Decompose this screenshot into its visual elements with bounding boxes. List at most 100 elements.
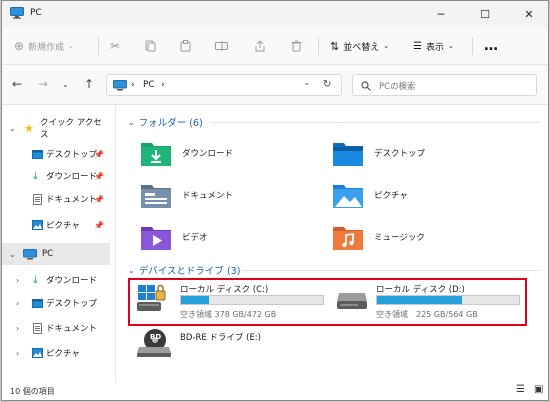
pc-app-icon: [10, 7, 24, 19]
sidebar-item-label: ピクチャ: [46, 221, 80, 231]
folder-tile-downloads[interactable]: ダウンロード: [140, 137, 233, 169]
pictures-folder-icon: [333, 185, 363, 208]
window-title: PC: [30, 8, 42, 18]
folder-tile-videos[interactable]: ビデオ: [140, 221, 208, 253]
view-button[interactable]: ☰ 表示 ⌄: [413, 35, 454, 57]
videos-folder-icon: [141, 227, 171, 250]
star-icon: ★: [24, 121, 34, 135]
refresh-icon[interactable]: ↻: [323, 79, 331, 90]
more-options-button[interactable]: …: [484, 35, 498, 57]
sidebar-item-label: ドキュメント: [46, 195, 98, 205]
recent-chevron-icon[interactable]: ⌄: [62, 80, 69, 89]
sidebar-item-pc-downloads[interactable]: › ⤓ ダウンロード: [2, 269, 110, 291]
desktop-icon: [32, 149, 43, 159]
chevron-down-icon: ⌄: [9, 123, 16, 133]
sidebar-item-documents[interactable]: ドキュメント 📌: [2, 188, 110, 210]
sidebar-item-pc-pictures[interactable]: › ピクチャ: [2, 342, 110, 364]
chevron-down-icon: ⌄: [9, 249, 16, 259]
sidebar-item-downloads[interactable]: ⤓ ダウンロード 📌: [2, 165, 110, 187]
folder-tile-music[interactable]: ミュージック: [332, 221, 425, 253]
pane-divider[interactable]: [115, 105, 116, 383]
sidebar-item-pc[interactable]: ⌄ PC: [2, 243, 110, 265]
pc-icon: [113, 80, 127, 91]
command-bar: ⊕ 新規作成 ⌄ ✂ ⇅ 並べ替え ⌄ ☰ 表示 ⌄ …: [2, 27, 548, 65]
sidebar-item-label: ドキュメント: [46, 324, 98, 334]
up-arrow-icon[interactable]: ↑: [84, 77, 94, 91]
folder-tile-desktop[interactable]: デスクトップ: [332, 137, 425, 169]
sidebar-item-label: ダウンロード: [46, 276, 98, 286]
rename-button[interactable]: [215, 35, 228, 57]
explorer-window: PC ─ ☐ ✕ ⊕ 新規作成 ⌄ ✂ ⇅ 並べ替え ⌄ ☰ 表示 ⌄ … ← …: [1, 0, 549, 401]
tiles-view-icon[interactable]: ▣: [534, 384, 543, 395]
item-count: 10 個の項目: [10, 387, 55, 396]
sidebar-item-quick-access[interactable]: ⌄ ★ クイック アクセス: [2, 117, 110, 140]
view-label: 表示: [425, 42, 444, 53]
pin-icon: 📌: [94, 194, 104, 204]
forward-arrow-icon[interactable]: →: [38, 77, 48, 91]
minimize-icon: ─: [437, 7, 445, 21]
address-separator: ›: [131, 80, 135, 90]
sort-icon: ⇅: [330, 39, 340, 53]
sort-button[interactable]: ⇅ 並べ替え ⌄: [330, 35, 389, 57]
disc-label: BD: [150, 333, 162, 341]
copy-icon: [145, 40, 156, 52]
maximize-icon: ☐: [480, 7, 490, 21]
pin-icon: 📌: [94, 220, 104, 230]
chevron-down-icon: ⌄: [68, 42, 74, 50]
new-button[interactable]: ⊕ 新規作成 ⌄: [14, 35, 74, 57]
sidebar-item-label: ダウンロード: [46, 172, 98, 182]
group-divider: [242, 270, 540, 271]
chevron-right-icon: ›: [16, 348, 20, 358]
delete-button[interactable]: [291, 35, 302, 57]
sidebar-item-label: PC: [42, 249, 54, 259]
share-button[interactable]: [254, 35, 266, 57]
new-label: 新規作成: [28, 42, 65, 53]
scissors-icon: ✂: [110, 39, 121, 53]
pin-icon: 📌: [94, 171, 104, 181]
minimize-button[interactable]: ─: [424, 1, 458, 27]
drives-group-header[interactable]: ⌄ デバイスとドライブ (3): [128, 263, 240, 278]
paste-button[interactable]: [180, 35, 191, 57]
maximize-button[interactable]: ☐: [468, 1, 502, 27]
sidebar-item-pc-documents[interactable]: › ドキュメント: [2, 317, 110, 339]
close-icon: ✕: [524, 7, 534, 21]
address-segment-pc[interactable]: PC: [143, 80, 155, 90]
drive-name: BD-RE ドライブ (E:): [180, 333, 261, 343]
close-button[interactable]: ✕: [512, 1, 546, 27]
search-box[interactable]: PCの検索: [352, 74, 537, 96]
folders-group-header[interactable]: ⌄ フォルダー (6): [128, 115, 203, 130]
copy-button[interactable]: [145, 35, 156, 57]
rename-icon: [215, 41, 228, 51]
paste-icon: [180, 40, 191, 52]
cut-button[interactable]: ✂: [110, 35, 120, 57]
pictures-icon: [32, 348, 43, 358]
folder-tile-documents[interactable]: ドキュメント: [140, 179, 233, 211]
chevron-right-icon: ›: [16, 298, 20, 308]
share-icon: [255, 40, 265, 52]
folder-tile-pictures[interactable]: ピクチャ: [332, 179, 408, 211]
address-dropdown-icon[interactable]: ⌄: [303, 78, 311, 88]
pictures-icon: [32, 220, 43, 230]
back-arrow-icon[interactable]: ←: [12, 77, 22, 91]
folder-label: ピクチャ: [374, 191, 408, 201]
drive-tile-e[interactable]: BD BD-RE ドライブ (E:): [136, 327, 326, 361]
sidebar-item-label: クイック アクセス: [40, 118, 102, 140]
pin-icon: 📌: [94, 149, 104, 159]
details-view-icon[interactable]: ☰: [516, 384, 525, 395]
address-bar[interactable]: › PC › ⌄ ↻: [106, 74, 342, 96]
sidebar-item-pc-desktop[interactable]: › デスクトップ: [2, 292, 110, 314]
content-area: ⌄ フォルダー (6) ダウンロード デスクトップ ドキュメント ピクチャ ビデ…: [118, 105, 548, 383]
sidebar-item-desktop[interactable]: デスクトップ 📌: [2, 143, 110, 165]
folders-group-title: フォルダー (6): [138, 118, 203, 129]
folder-label: ミュージック: [374, 233, 425, 243]
view-list-icon: ☰: [413, 40, 422, 52]
trash-icon: [291, 40, 302, 52]
pc-icon: [23, 248, 37, 259]
sidebar-item-pictures[interactable]: ピクチャ 📌: [2, 214, 110, 236]
chevron-right-icon: ›: [16, 275, 20, 285]
chevron-right-icon: ›: [16, 323, 20, 333]
drives-highlight-box: [128, 278, 527, 326]
desktop-folder-icon: [333, 143, 363, 166]
desktop-icon: [32, 298, 43, 308]
address-row: ← → ⌄ ↑ › PC › ⌄ ↻ PCの検索: [2, 65, 548, 105]
